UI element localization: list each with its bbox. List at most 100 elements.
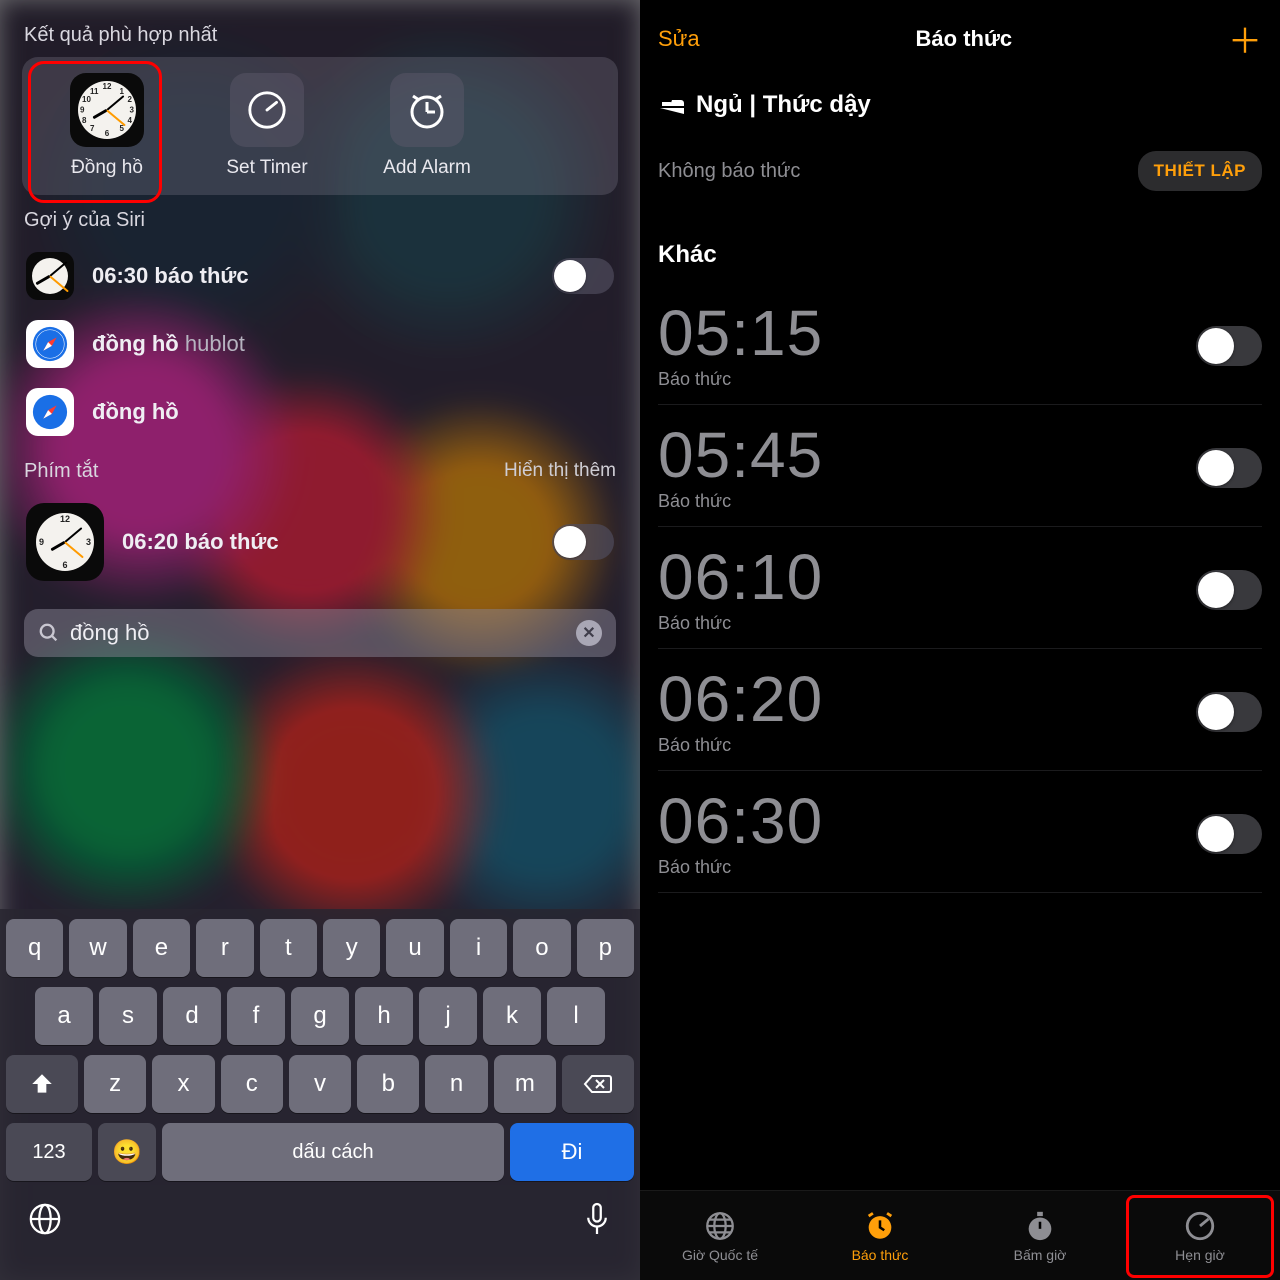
- siri-row-alarm-0630[interactable]: 06:30 báo thức: [22, 242, 618, 310]
- key-p[interactable]: p: [577, 919, 634, 977]
- alarm-toggle[interactable]: [1196, 570, 1262, 610]
- key-f[interactable]: f: [227, 987, 285, 1045]
- siri-row-text: đồng hồ hublot: [92, 331, 614, 357]
- tab-world-clock[interactable]: Giờ Quốc tế: [640, 1191, 800, 1280]
- alarm-toggle[interactable]: [1196, 692, 1262, 732]
- show-more-button[interactable]: Hiển thị thêm: [504, 460, 616, 482]
- clock-app-icon: 12 6 9 3 1 2 4 5 7 8 10 11: [70, 73, 144, 147]
- top-hit-clock-app[interactable]: 12 6 9 3 1 2 4 5 7 8 10 11: [32, 73, 182, 179]
- alarm-toggle[interactable]: [1196, 448, 1262, 488]
- alarm-item[interactable]: 06:30 Báo thức: [658, 771, 1262, 893]
- keyboard-bottom-bar: [6, 1191, 634, 1270]
- siri-row-search-dongho[interactable]: đồng hồ: [22, 378, 618, 446]
- shortcut-row-alarm-0620[interactable]: 12 6 9 3 06:20 báo thức: [22, 493, 618, 591]
- alarm-item[interactable]: 05:15Báo thức: [658, 283, 1262, 405]
- key-c[interactable]: c: [221, 1055, 283, 1113]
- alarm-icon: [390, 73, 464, 147]
- mic-key[interactable]: [582, 1201, 612, 1242]
- setup-sleep-button[interactable]: THIẾT LẬP: [1138, 151, 1262, 191]
- alarm-label: Báo thức: [658, 491, 823, 512]
- tab-alarm[interactable]: Báo thức: [800, 1191, 960, 1280]
- tab-label: Hẹn giờ: [1175, 1247, 1225, 1263]
- key-j[interactable]: j: [419, 987, 477, 1045]
- tab-label: Báo thức: [852, 1247, 909, 1263]
- siri-row-text: 06:30 báo thức: [92, 263, 534, 289]
- clear-search-button[interactable]: ✕: [576, 620, 602, 646]
- no-alarm-label: Không báo thức: [658, 160, 800, 183]
- sleep-section-header: Ngủ | Thức dậy: [640, 77, 1280, 133]
- key-m[interactable]: m: [494, 1055, 556, 1113]
- tab-label: Giờ Quốc tế: [682, 1247, 758, 1263]
- alarm-toggle[interactable]: [552, 524, 614, 560]
- key-k[interactable]: k: [483, 987, 541, 1045]
- key-v[interactable]: v: [289, 1055, 351, 1113]
- key-n[interactable]: n: [425, 1055, 487, 1113]
- key-q[interactable]: q: [6, 919, 63, 977]
- backspace-key[interactable]: [562, 1055, 634, 1113]
- timer-icon: [230, 73, 304, 147]
- other-section-header: Khác: [640, 215, 1280, 283]
- add-alarm-button[interactable]: ＋: [1228, 14, 1262, 63]
- alarm-toggle[interactable]: [552, 258, 614, 294]
- tab-timer[interactable]: Hẹn giờ: [1120, 1191, 1280, 1280]
- safari-icon: [26, 388, 74, 436]
- key-z[interactable]: z: [84, 1055, 146, 1113]
- key-s[interactable]: s: [99, 987, 157, 1045]
- key-y[interactable]: y: [323, 919, 380, 977]
- globe-key[interactable]: [28, 1202, 62, 1241]
- key-o[interactable]: o: [513, 919, 570, 977]
- key-b[interactable]: b: [357, 1055, 419, 1113]
- keyboard-row-3: z x c v b n m: [6, 1055, 634, 1113]
- alarm-time: 05:45: [658, 423, 823, 487]
- alarm-toggle[interactable]: [1196, 326, 1262, 366]
- alarm-time: 06:30: [658, 789, 823, 853]
- top-hit-set-timer[interactable]: Set Timer: [192, 73, 342, 179]
- shift-key[interactable]: [6, 1055, 78, 1113]
- alarm-item[interactable]: 06:10Báo thức: [658, 527, 1262, 649]
- key-a[interactable]: a: [35, 987, 93, 1045]
- key-h[interactable]: h: [355, 987, 413, 1045]
- emoji-key[interactable]: 😀: [98, 1123, 156, 1181]
- numbers-key[interactable]: 123: [6, 1123, 92, 1181]
- top-hit-label: Add Alarm: [352, 157, 502, 179]
- key-w[interactable]: w: [69, 919, 126, 977]
- clock-app-icon: [26, 252, 74, 300]
- stopwatch-icon: [1023, 1209, 1057, 1243]
- spotlight-screen: Kết quả phù hợp nhất 12 6 9 3 1 2 4 5 7 …: [0, 0, 640, 1280]
- siri-suggestions-title: Gợi ý của Siri: [24, 209, 616, 232]
- key-x[interactable]: x: [152, 1055, 214, 1113]
- alarm-time: 06:20: [658, 667, 823, 731]
- alarm-label: Báo thức: [658, 735, 823, 756]
- alarm-item[interactable]: 05:45 Báo thức: [658, 405, 1262, 527]
- tab-stopwatch[interactable]: Bấm giờ: [960, 1191, 1120, 1280]
- tab-bar: Giờ Quốc tế Báo thức Bấm giờ Hẹn giờ: [640, 1190, 1280, 1280]
- key-u[interactable]: u: [386, 919, 443, 977]
- alarm-item[interactable]: 06:20 Báo thức: [658, 649, 1262, 771]
- key-i[interactable]: i: [450, 919, 507, 977]
- keyboard-row-4: 123 😀 dấu cách Đi: [6, 1123, 634, 1181]
- space-key[interactable]: dấu cách: [162, 1123, 504, 1181]
- key-l[interactable]: l: [547, 987, 605, 1045]
- shortcut-row-text: 06:20 báo thức: [122, 529, 534, 555]
- key-t[interactable]: t: [260, 919, 317, 977]
- key-e[interactable]: e: [133, 919, 190, 977]
- go-key[interactable]: Đi: [510, 1123, 634, 1181]
- alarm-list: 05:15Báo thức 05:45 Báo thức 06:10Báo thứ…: [640, 283, 1280, 893]
- spotlight-search-field[interactable]: ✕: [24, 609, 616, 657]
- top-hit-label: Set Timer: [192, 157, 342, 179]
- alarm-label: Báo thức: [658, 857, 823, 878]
- shortcuts-title: Phím tắt Hiển thị thêm: [24, 460, 616, 483]
- siri-row-search-hublot[interactable]: đồng hồ hublot: [22, 310, 618, 378]
- key-g[interactable]: g: [291, 987, 349, 1045]
- key-d[interactable]: d: [163, 987, 221, 1045]
- clock-app-icon: 12 6 9 3: [26, 503, 104, 581]
- key-r[interactable]: r: [196, 919, 253, 977]
- nav-title: Báo thức: [916, 26, 1013, 52]
- top-hits-title: Kết quả phù hợp nhất: [24, 24, 616, 47]
- search-input[interactable]: [70, 620, 566, 646]
- top-hit-label: Đồng hồ: [32, 157, 182, 179]
- alarm-toggle[interactable]: [1196, 814, 1262, 854]
- edit-button[interactable]: Sửa: [658, 26, 700, 52]
- top-hit-add-alarm[interactable]: Add Alarm: [352, 73, 502, 179]
- keyboard-row-1: q w e r t y u i o p: [6, 919, 634, 977]
